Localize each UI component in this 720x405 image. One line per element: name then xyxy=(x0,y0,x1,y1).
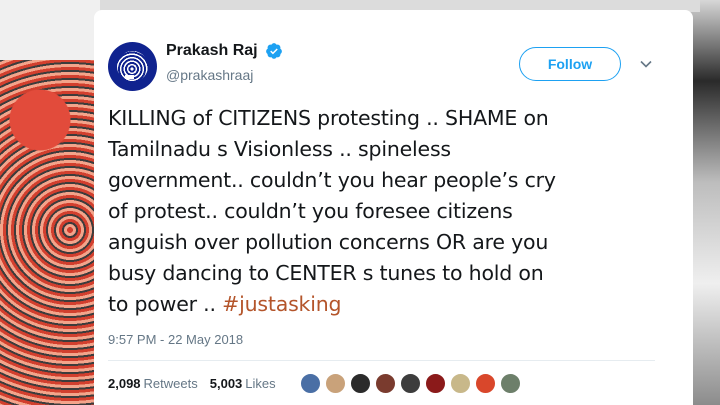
liker-avatar[interactable] xyxy=(350,373,371,394)
tweet-text-line: Tamilnadu s Visionless .. spineless xyxy=(108,137,451,161)
tweet-text-line: to power .. xyxy=(108,292,223,316)
tweet-text-line: of protest.. couldn’t you foresee citize… xyxy=(108,199,513,223)
liker-avatar[interactable] xyxy=(400,373,421,394)
tweet-card: Prakash Raj @prakashraaj Follow KILLING … xyxy=(94,10,693,405)
divider xyxy=(108,360,655,361)
liker-avatar[interactable] xyxy=(475,373,496,394)
liker-avatar[interactable] xyxy=(375,373,396,394)
likes-stat[interactable]: 5,003 Likes xyxy=(210,376,276,391)
liker-avatar[interactable] xyxy=(450,373,471,394)
retweets-count: 2,098 xyxy=(108,376,141,391)
tweet-text-line: busy dancing to CENTER s tunes to hold o… xyxy=(108,261,544,285)
chevron-down-icon[interactable] xyxy=(639,57,653,71)
retweets-stat[interactable]: 2,098 Retweets xyxy=(108,376,198,391)
tweet-text-line: anguish over pollution concerns OR are y… xyxy=(108,230,549,254)
avatar[interactable] xyxy=(108,42,157,91)
liker-avatars xyxy=(300,373,521,394)
tweet-text-line: KILLING of CITIZENS protesting .. SHAME … xyxy=(108,106,549,130)
tweet-text: KILLING of CITIZENS protesting .. SHAME … xyxy=(108,103,668,320)
hashtag-link[interactable]: #justasking xyxy=(222,292,341,316)
author-name[interactable]: Prakash Raj xyxy=(166,42,258,60)
author-handle[interactable]: @prakashraaj xyxy=(166,67,253,83)
tweet-text-last-line: to power .. #justasking xyxy=(108,289,668,320)
tweet-timestamp[interactable]: 9:57 PM - 22 May 2018 xyxy=(108,332,243,347)
retweets-label: Retweets xyxy=(143,376,198,391)
follow-button[interactable]: Follow xyxy=(519,47,621,81)
liker-avatar[interactable] xyxy=(325,373,346,394)
liker-avatar[interactable] xyxy=(425,373,446,394)
tweet-text-line: government.. couldn’t you hear people’s … xyxy=(108,168,556,192)
liker-avatar[interactable] xyxy=(500,373,521,394)
tweet-stats: 2,098 Retweets 5,003 Likes xyxy=(108,376,276,391)
verified-badge-icon xyxy=(266,43,282,59)
avatar-tag xyxy=(125,75,134,79)
liker-avatar[interactable] xyxy=(300,373,321,394)
likes-count: 5,003 xyxy=(209,376,243,391)
likes-label: Likes xyxy=(245,376,276,391)
